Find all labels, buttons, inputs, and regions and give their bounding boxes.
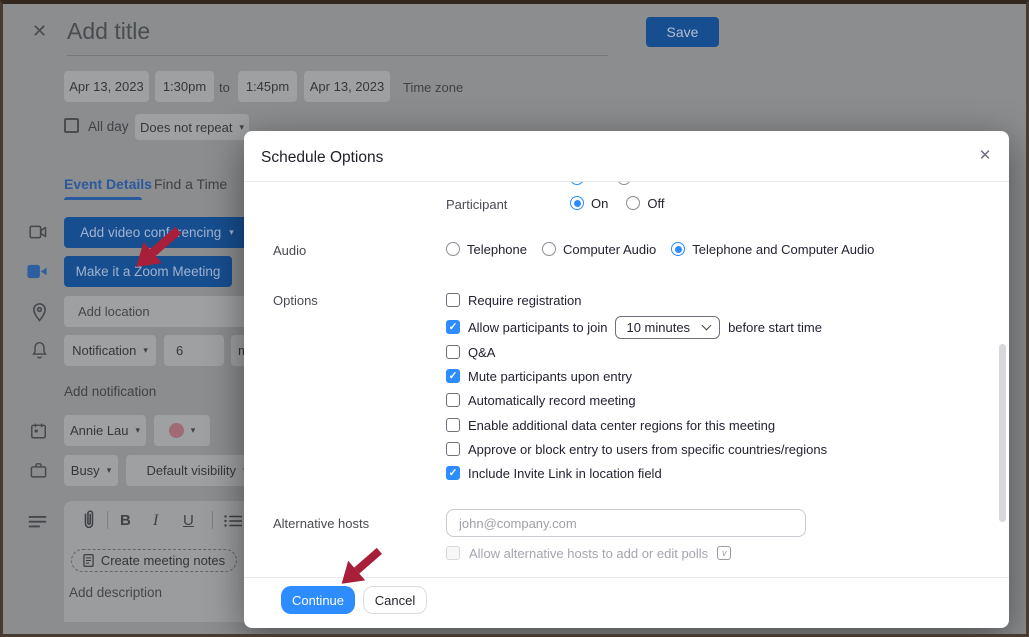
close-icon[interactable]: ✕: [32, 21, 47, 42]
checkbox-label: Approve or block entry to users from spe…: [468, 442, 827, 457]
checkbox-unchecked-icon[interactable]: [446, 393, 460, 407]
caret-down-icon: ▾: [229, 228, 234, 237]
toolbar-divider: [107, 511, 108, 529]
color-swatch-icon: [169, 423, 184, 438]
title-underline: [67, 55, 608, 56]
all-day-checkbox[interactable]: [64, 118, 79, 133]
checkbox-unchecked-icon[interactable]: [446, 293, 460, 307]
toolbar-divider: [212, 511, 213, 529]
caret-down-icon: ▾: [107, 466, 112, 475]
bold-button[interactable]: B: [120, 512, 131, 529]
caret-down-icon: ▾: [136, 426, 141, 435]
checkbox-label: Mute participants upon entry: [468, 369, 632, 384]
red-arrow-icon: [123, 213, 193, 283]
busy-select[interactable]: Busy ▾: [64, 455, 118, 486]
end-date-field[interactable]: Apr 13, 2023: [304, 71, 390, 102]
checkbox-unchecked-icon[interactable]: [446, 546, 460, 560]
description-lines-icon: [28, 515, 47, 530]
location-pin-icon: [31, 302, 48, 322]
checkbox-unchecked-icon[interactable]: [446, 418, 460, 432]
checkbox-unchecked-icon[interactable]: [446, 442, 460, 456]
zoom-video-camera-icon: [27, 264, 47, 279]
visibility-value: Default visibility: [146, 463, 236, 478]
checkbox-label: Include Invite Link in location field: [468, 466, 662, 481]
underline-button[interactable]: U: [183, 512, 194, 529]
caret-down-icon: ▾: [239, 123, 244, 132]
option-row: Automatically record meeting: [446, 388, 636, 412]
notification-type-value: Notification: [72, 343, 136, 358]
start-date-field[interactable]: Apr 13, 2023: [64, 71, 149, 102]
alternative-hosts-label: Alternative hosts: [273, 516, 369, 531]
italic-button[interactable]: I: [153, 512, 158, 530]
audio-label: Audio: [273, 243, 306, 258]
option-row: Enable additional data center regions fo…: [446, 413, 775, 437]
recurrence-value: Does not repeat: [140, 120, 233, 135]
option-row: Allow participants to join 10 minutes befo…: [446, 315, 822, 339]
option-row: Q&A: [446, 340, 495, 364]
add-notification-link[interactable]: Add notification: [64, 384, 156, 399]
polls-badge-icon: v: [717, 546, 731, 560]
end-time-field[interactable]: 1:45pm: [238, 71, 297, 102]
document-icon: [83, 554, 94, 567]
app-window: ✕ Add title Save Apr 13, 2023 1:30pm to …: [0, 0, 1029, 637]
chevron-down-icon: [702, 320, 712, 330]
time-zone-link[interactable]: Time zone: [403, 80, 463, 95]
to-label: to: [219, 80, 230, 95]
attachment-paperclip-icon[interactable]: [82, 509, 96, 530]
modal-scrollbar-thumb[interactable]: [999, 344, 1006, 522]
alternative-hosts-input[interactable]: [446, 509, 806, 537]
checkbox-label: Allow participants to join: [468, 320, 607, 335]
location-input[interactable]: Add location: [64, 296, 264, 327]
notification-type-select[interactable]: Notification ▾: [64, 335, 156, 366]
option-row: Include Invite Link in location field: [446, 461, 662, 485]
notification-minutes-input[interactable]: 6: [164, 335, 224, 366]
busy-value: Busy: [71, 463, 100, 478]
save-button[interactable]: Save: [646, 17, 719, 47]
checkbox-label: Q&A: [468, 345, 495, 360]
event-color-select[interactable]: ▾: [154, 415, 210, 446]
select-value: 10 minutes: [626, 320, 690, 335]
checkbox-label: Require registration: [468, 293, 581, 308]
options-label: Options: [273, 293, 318, 308]
video-camera-outline-icon: [29, 224, 47, 240]
active-tab-underline: [64, 197, 142, 200]
checkbox-checked-icon[interactable]: [446, 466, 460, 480]
polls-option-row: Allow alternative hosts to add or edit p…: [446, 541, 731, 565]
red-arrow-icon: [327, 531, 397, 601]
description-input[interactable]: Add description: [69, 585, 162, 600]
calendar-name-value: Annie Lau: [70, 423, 129, 438]
join-before-time-select[interactable]: 10 minutes: [615, 316, 720, 339]
option-row: Require registration: [446, 288, 581, 312]
tab-event-details[interactable]: Event Details: [64, 176, 152, 192]
checkbox-label: Automatically record meeting: [468, 393, 636, 408]
caret-down-icon: ▾: [191, 426, 196, 435]
option-row: Approve or block entry to users from spe…: [446, 437, 827, 461]
start-time-field[interactable]: 1:30pm: [155, 71, 214, 102]
calendar-select[interactable]: Annie Lau ▾: [64, 415, 146, 446]
tab-find-a-time[interactable]: Find a Time: [154, 176, 227, 192]
checkbox-label: before start time: [728, 320, 822, 335]
option-row: Mute participants upon entry: [446, 364, 632, 388]
caret-down-icon: ▾: [143, 346, 148, 355]
polls-label: Allow alternative hosts to add or edit p…: [469, 546, 708, 561]
dialog-title: Schedule Options: [261, 149, 383, 167]
checkbox-unchecked-icon[interactable]: [446, 345, 460, 359]
checkbox-label: Enable additional data center regions fo…: [468, 418, 775, 433]
busy-briefcase-icon: [30, 462, 47, 479]
calendar-icon: [30, 422, 47, 440]
notification-bell-icon: [31, 341, 48, 360]
create-meeting-notes-label: Create meeting notes: [101, 553, 225, 568]
event-title-input[interactable]: Add title: [67, 18, 150, 45]
checkbox-checked-icon[interactable]: [446, 369, 460, 383]
create-meeting-notes-button[interactable]: Create meeting notes: [71, 549, 237, 572]
all-day-label: All day: [88, 119, 129, 134]
recurrence-select[interactable]: Does not repeat ▾: [135, 114, 249, 140]
checkbox-checked-icon[interactable]: [446, 320, 460, 334]
bulleted-list-icon[interactable]: [224, 514, 242, 528]
